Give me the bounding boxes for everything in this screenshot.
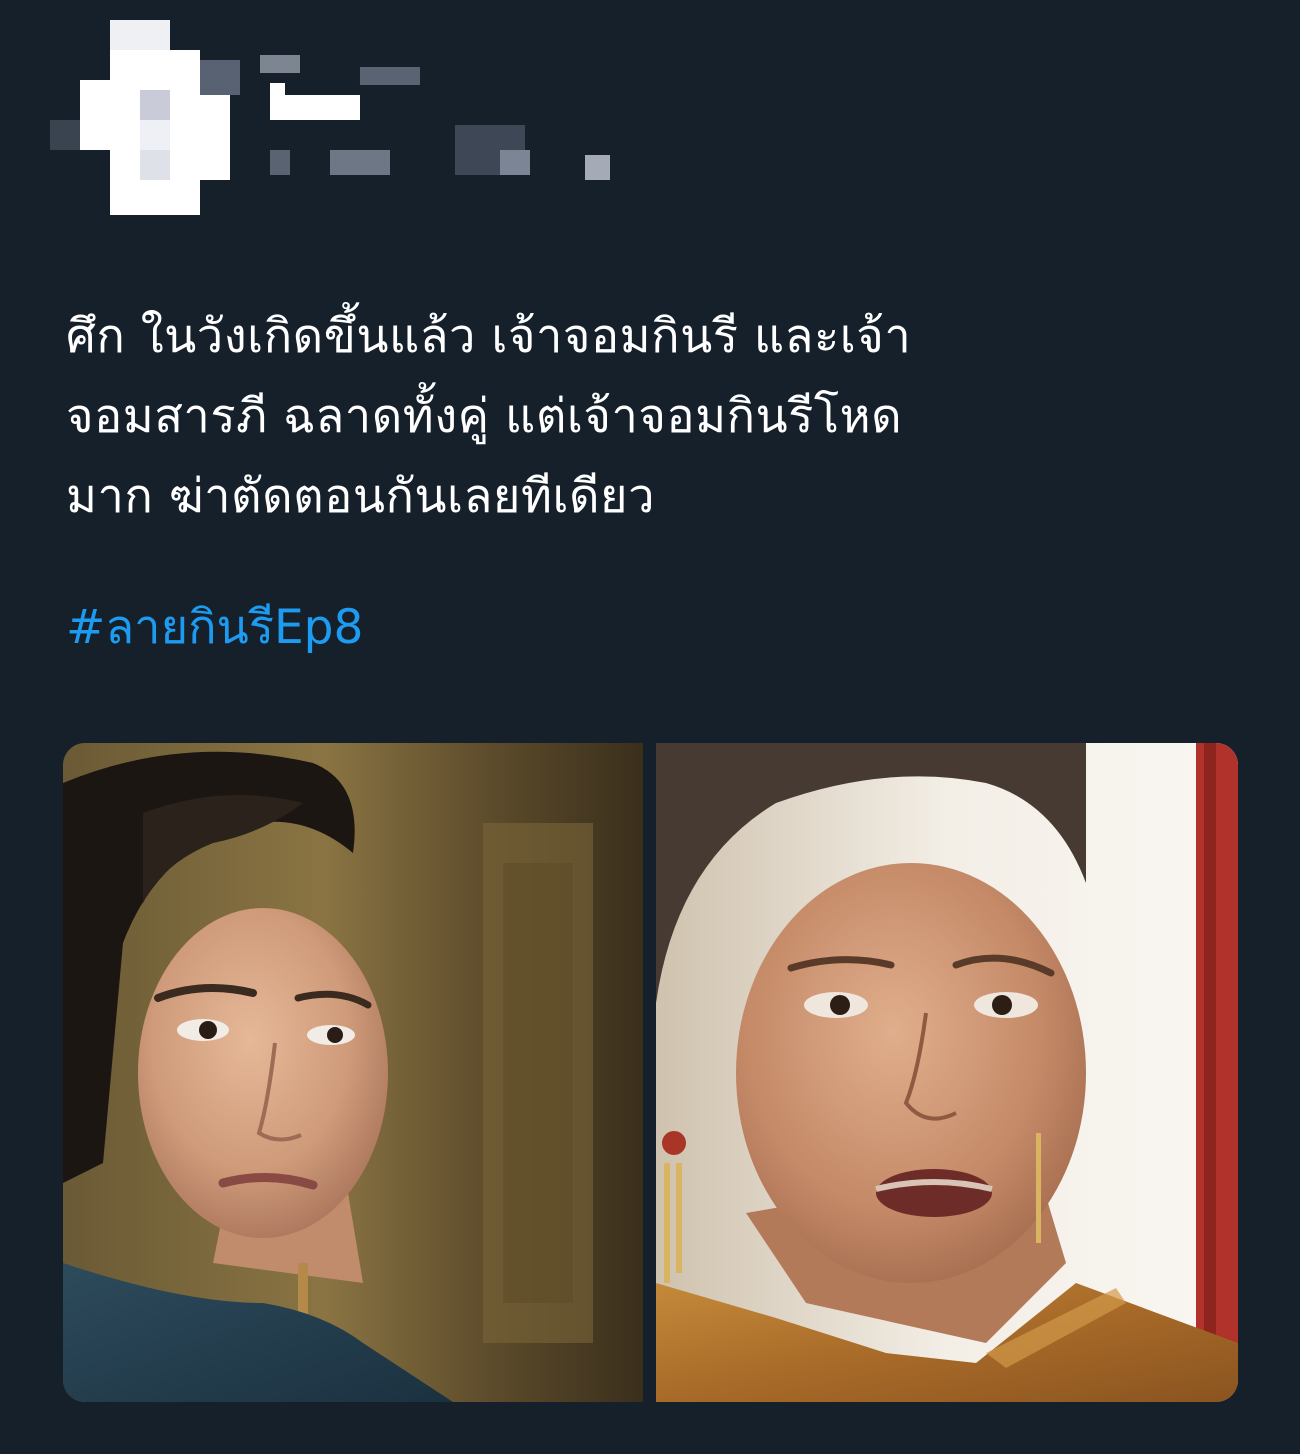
tweet-text-line: จอมสารภี ฉลาดทั้งคู่ แต่เจ้าจอมกินรีโหด — [66, 389, 903, 444]
censored-avatar-icon[interactable] — [50, 20, 250, 220]
media-grid — [63, 743, 1238, 1402]
tweet-text: ศึก ในวังเกิดขึ้นแล้ว เจ้าจอมกินรี และเจ… — [66, 297, 1246, 537]
tweet-text-line: มาก ฆ่าตัดตอนกันเลยทีเดียว — [66, 469, 655, 524]
tweet-text-line: ศึก ในวังเกิดขึ้นแล้ว เจ้าจอมกินรี และเจ… — [66, 309, 912, 364]
young-woman-portrait-icon[interactable] — [63, 743, 643, 1402]
older-woman-portrait-icon[interactable] — [656, 743, 1238, 1402]
hashtag-link[interactable]: #ลายกินรีEp8 — [66, 596, 363, 660]
tweet-header — [0, 0, 1300, 240]
censored-name-icon[interactable] — [260, 55, 620, 195]
